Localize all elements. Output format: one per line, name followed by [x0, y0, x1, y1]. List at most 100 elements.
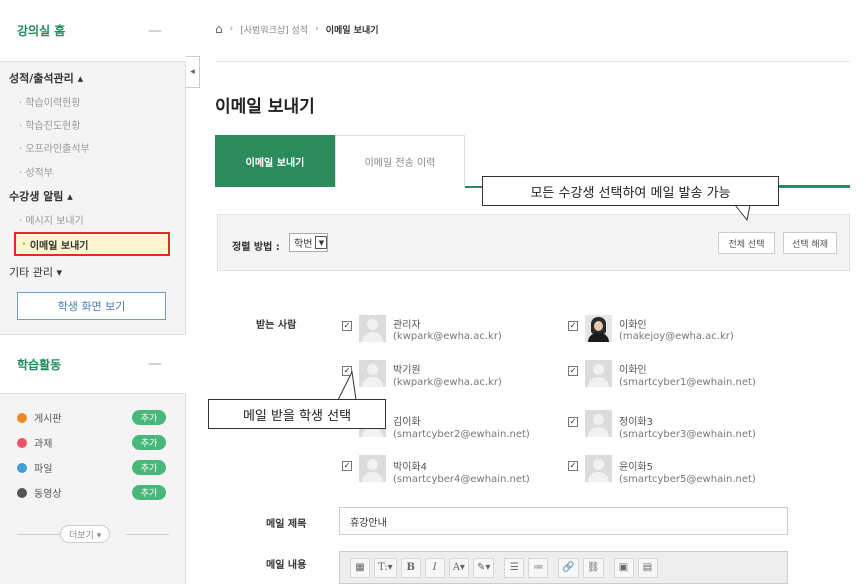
recipient-name: 윤이화5	[619, 462, 653, 473]
sidebar-item-label: 메시지 보내기	[25, 216, 84, 227]
recipient-name: 정이화3	[619, 417, 653, 428]
breadcrumb: ⌂ › [사범워크샵] 성적 › 이메일 보내기	[215, 22, 379, 36]
font-color-icon[interactable]: A▾	[448, 557, 469, 578]
recipient-name: 이화인	[619, 365, 647, 376]
assignment-icon	[17, 437, 27, 448]
editor-toolbar: ▦ T:▾ B I A▾ ✎▾ ☰ ≔ 🔗 ⛓ ▣ ▤	[339, 551, 788, 584]
sidebar-item-learning-progress[interactable]: · 학습진도현황	[19, 117, 81, 132]
recipient-email: (smartcyber2@ewhain.net)	[393, 429, 530, 440]
activity-file[interactable]: 파일 추가	[17, 460, 167, 475]
text-format-icon[interactable]: T:▾	[374, 557, 397, 578]
avatar	[585, 410, 612, 437]
select-all-button[interactable]: 전체 선택	[718, 232, 775, 254]
sort-label: 정렬 방법 :	[232, 242, 280, 253]
recipient-email: (smartcyber1@ewhain.net)	[619, 377, 756, 388]
avatar	[585, 360, 612, 387]
activity-header[interactable]: 학습활동 —	[0, 334, 186, 394]
chevron-right-icon: ›	[229, 24, 234, 34]
divider	[17, 534, 60, 535]
sidebar-item-send-email[interactable]: · 이메일 보내기	[14, 232, 170, 256]
chevron-right-icon: ›	[315, 24, 319, 34]
recipient-checkbox[interactable]: ✓	[568, 366, 578, 376]
page-title: 이메일 보내기	[215, 97, 315, 117]
italic-icon[interactable]: I	[424, 557, 445, 578]
recipient-email: (smartcyber3@ewhain.net)	[619, 429, 756, 440]
highlight-icon[interactable]: ✎▾	[472, 557, 495, 578]
deselect-all-button[interactable]: 선택 해제	[783, 232, 837, 254]
sidebar-item-label: 학습이력현황	[25, 98, 81, 109]
chevron-down-icon: ▼	[315, 236, 328, 249]
minimize-icon[interactable]: —	[148, 23, 162, 39]
avatar-photo	[585, 315, 612, 342]
recipient-name: 이화인	[619, 320, 647, 331]
recipient-checkbox[interactable]: ✓	[342, 366, 352, 376]
student-view-button[interactable]: 학생 화면 보기	[17, 292, 166, 320]
course-home-title[interactable]: 강의실 홈	[17, 22, 65, 39]
tab-send-email[interactable]: 이메일 보내기	[215, 135, 335, 187]
chevron-left-icon: ◂	[190, 67, 195, 77]
group-student-notice[interactable]: 수강생 알림 ▴	[9, 188, 73, 204]
sidebar-item-gradebook[interactable]: · 성적부	[19, 164, 53, 179]
bold-icon[interactable]: B	[400, 557, 421, 578]
file-icon	[17, 462, 27, 473]
more-button[interactable]: 더보기 ▾	[60, 525, 111, 543]
activity-title: 학습활동	[17, 357, 62, 372]
callout-select-all: 모든 수강생 선택하여 메일 발송 가능	[482, 176, 779, 206]
recipient-name: 김이화	[393, 417, 421, 428]
breadcrumb-current: 이메일 보내기	[325, 25, 379, 36]
divider	[215, 61, 850, 62]
body-label: 메일 내용	[266, 560, 307, 571]
media-icon[interactable]: ▤	[637, 557, 658, 578]
sidebar-item-learning-history[interactable]: · 학습이력현황	[19, 94, 81, 109]
recipient-checkbox[interactable]: ✓	[568, 461, 578, 471]
recipient-email: (kwpark@ewha.ac.kr)	[393, 331, 502, 342]
video-icon	[17, 487, 27, 498]
sort-select[interactable]: 학번 ▼	[289, 233, 329, 252]
home-icon[interactable]: ⌂	[215, 22, 223, 36]
board-icon	[17, 412, 27, 423]
recipients-label: 받는 사람	[256, 320, 297, 331]
course-home-header[interactable]: 강의실 홈 —	[0, 0, 186, 62]
add-file-button[interactable]: 추가	[132, 460, 166, 475]
image-icon[interactable]: ▣	[613, 557, 634, 578]
recipient-name: 관리자	[393, 320, 421, 331]
tab-email-history[interactable]: 이메일 전송 이력	[335, 135, 465, 187]
bullet-icon: ·	[22, 238, 26, 250]
bullet-list-icon[interactable]: ☰	[504, 557, 525, 578]
recipient-checkbox[interactable]: ✓	[568, 321, 578, 331]
unlink-icon[interactable]: ⛓	[582, 557, 604, 578]
callout-select-student: 메일 받을 학생 선택	[208, 399, 386, 429]
minimize-icon[interactable]: —	[148, 356, 162, 372]
group-grades-attendance[interactable]: 성적/출석관리 ▴	[9, 70, 83, 86]
recipient-email: (kwpark@ewha.ac.kr)	[393, 377, 502, 388]
recipient-email: (smartcyber4@ewhain.net)	[393, 474, 530, 485]
activity-label: 동영상	[34, 489, 62, 500]
avatar	[359, 315, 386, 342]
numbered-list-icon[interactable]: ≔	[528, 557, 549, 578]
recipient-checkbox[interactable]: ✓	[342, 461, 352, 471]
add-board-button[interactable]: 추가	[132, 410, 166, 425]
recipient-email: (smartcyber5@ewhain.net)	[619, 474, 756, 485]
table-icon[interactable]: ▦	[350, 557, 370, 578]
sidebar-item-offline-attendance[interactable]: · 오프라인출석부	[19, 140, 90, 155]
sidebar-item-label: 이메일 보내기	[29, 240, 89, 252]
subject-input[interactable]: 휴강안내	[339, 507, 788, 535]
recipient-email: (makejoy@ewha.ac.kr)	[619, 331, 734, 342]
recipient-name: 박기원	[393, 365, 421, 376]
sidebar-item-send-message[interactable]: · 메시지 보내기	[19, 212, 84, 227]
activity-assignment[interactable]: 과제 추가	[17, 435, 167, 450]
activity-label: 게시판	[34, 414, 62, 425]
link-icon[interactable]: 🔗	[558, 557, 579, 578]
add-video-button[interactable]: 추가	[132, 485, 166, 500]
recipient-checkbox[interactable]: ✓	[342, 321, 352, 331]
recipient-checkbox[interactable]: ✓	[568, 417, 578, 427]
avatar	[585, 455, 612, 482]
collapse-sidebar-button[interactable]: ◂	[186, 56, 200, 88]
add-assignment-button[interactable]: 추가	[132, 435, 166, 450]
breadcrumb-course[interactable]: [사범워크샵] 성적	[240, 23, 308, 36]
activity-video[interactable]: 동영상 추가	[17, 485, 167, 500]
sidebar-item-label: 학습진도현황	[25, 121, 81, 132]
activity-board[interactable]: 게시판 추가	[17, 410, 167, 425]
group-other-management[interactable]: 기타 관리 ▾	[9, 264, 62, 280]
activity-label: 과제	[34, 439, 53, 450]
